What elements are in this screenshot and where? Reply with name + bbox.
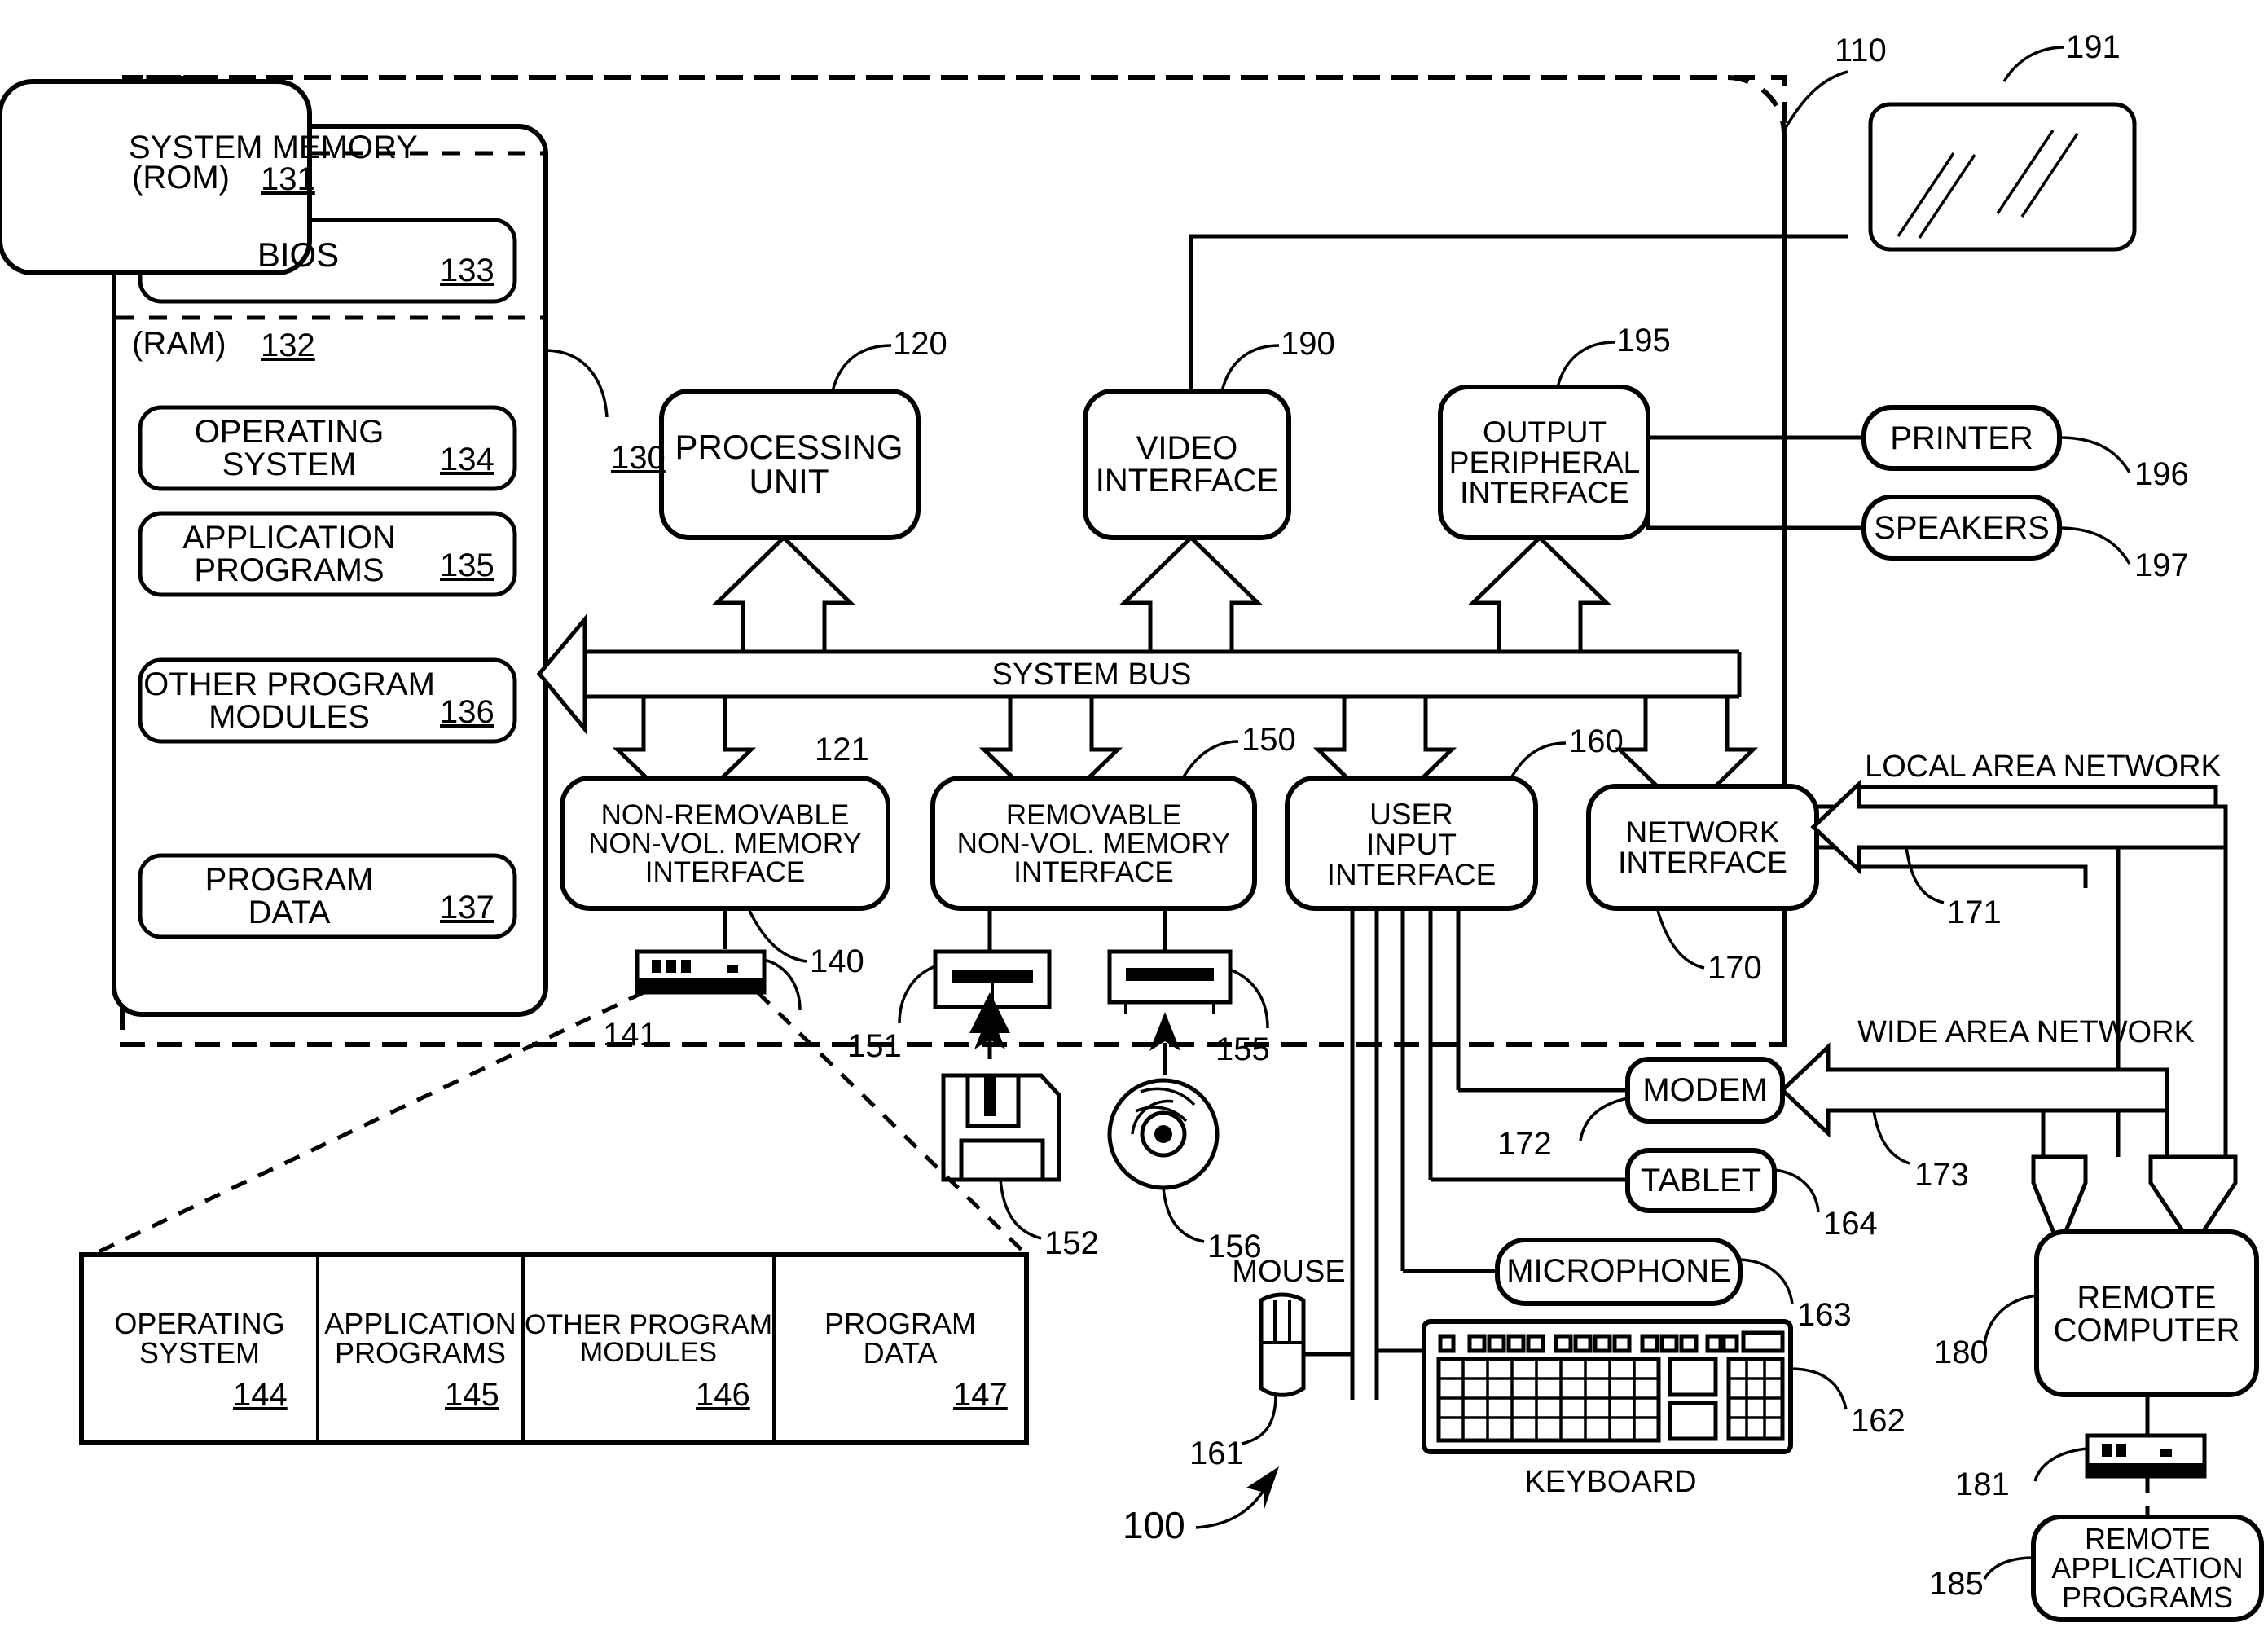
computer-ref: 110 — [1835, 33, 1887, 68]
storage-cell-apps-label: APPLICATION PROGRAMS — [324, 1307, 516, 1370]
system-bus-label: SYSTEM BUS — [991, 657, 1192, 692]
video-interface-ref: 190 — [1281, 326, 1335, 362]
network-interface-ref: 170 — [1708, 950, 1762, 986]
speakers-label: SPEAKERS — [1874, 510, 2050, 546]
hard-disk-ref: 141 — [603, 1017, 657, 1053]
storage-cell-modules-ref: 146 — [696, 1377, 750, 1413]
remote-storage-ref: 181 — [1955, 1466, 2010, 1502]
optical-drive-ref: 155 — [1215, 1031, 1270, 1067]
rom-ref: 131 — [261, 161, 315, 197]
removable-memory-interface-ref: 150 — [1242, 722, 1296, 758]
printer-label: PRINTER — [1890, 420, 2033, 456]
network-interface-label: NETWORK INTERFACE — [1618, 816, 1787, 879]
storage-cell-apps-ref: 145 — [445, 1377, 499, 1413]
mouse-caption: MOUSE — [1232, 1255, 1346, 1289]
lan-ref: 171 — [1947, 895, 2002, 930]
os-block-label: OPERATING SYSTEM — [194, 414, 385, 482]
floppy-disk-ref: 152 — [1044, 1225, 1099, 1261]
storage-cell-modules-label: OTHER PROGRAM MODULES — [524, 1309, 773, 1368]
ram-ref: 132 — [261, 328, 315, 363]
nonremovable-memory-interface-ref: 140 — [810, 943, 864, 979]
removable-memory-interface-label: REMOVABLE NON-VOL. MEMORY INTERFACE — [956, 798, 1231, 888]
printer-ref: 196 — [2134, 456, 2189, 492]
os-block-ref: 134 — [440, 442, 494, 477]
monitor-ref: 191 — [2066, 29, 2121, 65]
floppy-drive-ref: 151 — [847, 1028, 902, 1064]
mouse-icon — [1259, 1292, 1306, 1397]
bios-block-ref: 133 — [440, 253, 494, 288]
storage-cell-data-label: PROGRAM DATA — [824, 1307, 976, 1370]
wan-ref: 173 — [1914, 1157, 1969, 1193]
remote-app-programs-ref: 185 — [1929, 1566, 1984, 1602]
microphone-label: MICROPHONE — [1506, 1253, 1731, 1289]
patent-figure-canvas: SYSTEM MEMORY 130 (ROM) 131 (RAM) 132 BI… — [0, 0, 2268, 1627]
system-bus-ref: 121 — [815, 732, 869, 767]
keyboard-ref: 162 — [1851, 1403, 1905, 1439]
storage-cell-os-ref: 144 — [233, 1377, 288, 1413]
progdata-block-ref: 137 — [440, 890, 494, 926]
output-peripheral-interface-label: OUTPUT PERIPHERAL INTERFACE — [1448, 416, 1641, 509]
lan-label: LOCAL AREA NETWORK — [1865, 750, 2222, 784]
remote-app-programs-label: REMOTE APPLICATION PROGRAMS — [2051, 1522, 2244, 1614]
microphone-ref: 163 — [1797, 1297, 1852, 1333]
apps-block-label: APPLICATION PROGRAMS — [182, 520, 396, 588]
optical-disc-icon — [1107, 1078, 1220, 1190]
output-peripheral-interface-ref: 195 — [1616, 323, 1671, 358]
tablet-label: TABLET — [1640, 1163, 1762, 1198]
system-ref: 100 — [1123, 1504, 1185, 1546]
processing-unit-label: PROCESSING UNIT — [675, 428, 903, 500]
floppy-drive-icon — [933, 949, 1052, 1009]
modem-label: MODEM — [1642, 1072, 1768, 1108]
modules-block-ref: 136 — [440, 694, 494, 730]
user-input-interface-ref: 160 — [1569, 723, 1624, 759]
storage-cell-os-label: OPERATING SYSTEM — [114, 1307, 285, 1370]
modem-ref: 172 — [1497, 1126, 1552, 1162]
system-memory-ref: 130 — [611, 440, 666, 476]
remote-storage-icon — [2085, 1433, 2207, 1479]
keyboard-icon — [1422, 1319, 1793, 1454]
optical-drive-icon — [1107, 949, 1233, 1014]
progdata-block-label: PROGRAM DATA — [204, 862, 374, 930]
remote-computer-ref: 180 — [1934, 1335, 1989, 1370]
processing-unit-ref: 120 — [893, 326, 947, 362]
mouse-ref: 161 — [1189, 1436, 1244, 1471]
wan-label: WIDE AREA NETWORK — [1857, 1015, 2195, 1049]
hard-disk-icon — [635, 949, 767, 995]
apps-block-ref: 135 — [440, 547, 494, 583]
ram-label: (RAM) — [132, 326, 226, 362]
remote-computer-label: REMOTE COMPUTER — [2053, 1280, 2240, 1348]
speakers-ref: 197 — [2134, 547, 2189, 583]
tablet-ref: 164 — [1823, 1206, 1878, 1242]
rom-label: (ROM) — [132, 160, 230, 196]
video-interface-label: VIDEO INTERFACE — [1095, 430, 1279, 499]
nonremovable-memory-interface-label: NON-REMOVABLE NON-VOL. MEMORY INTERFACE — [588, 798, 862, 888]
floppy-disk-icon — [941, 1073, 1061, 1182]
keyboard-caption: KEYBOARD — [1524, 1465, 1697, 1499]
user-input-interface-label: USER INPUT INTERFACE — [1326, 797, 1497, 891]
bios-block-label: BIOS — [257, 235, 340, 274]
storage-cell-data-ref: 147 — [953, 1377, 1008, 1413]
modules-block-label: OTHER PROGRAM MODULES — [143, 666, 435, 735]
